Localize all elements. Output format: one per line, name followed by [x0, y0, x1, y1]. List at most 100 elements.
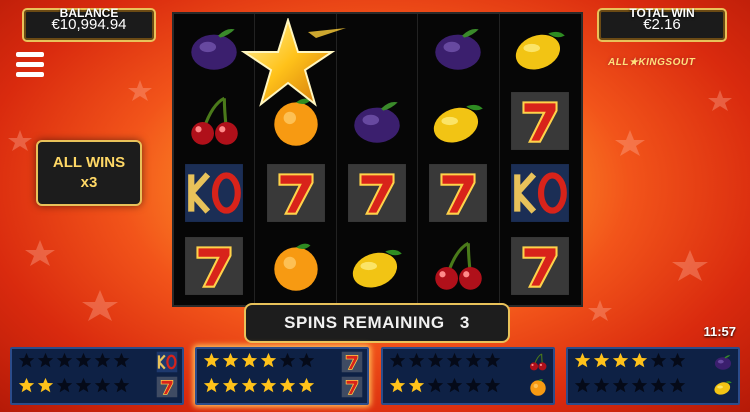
- collect-panel: [566, 347, 740, 405]
- star-icon: [56, 352, 73, 374]
- seven-icon: [341, 376, 363, 398]
- clock: 11:57: [703, 324, 736, 339]
- lemon-icon: [712, 376, 734, 398]
- reel-cell: [500, 14, 581, 87]
- star-icon: [574, 377, 591, 399]
- seven-icon: [509, 235, 571, 302]
- orange-icon: [265, 235, 327, 302]
- star-icon: [593, 352, 610, 374]
- star-icon: [56, 377, 73, 399]
- star-meter: [18, 352, 130, 374]
- total-win-label: TOTAL WIN: [629, 6, 695, 20]
- cherries-icon: [183, 90, 245, 157]
- star-icon: [484, 352, 501, 374]
- star-icon: [222, 352, 239, 374]
- seven-icon: [341, 351, 363, 373]
- lemon-icon: [427, 90, 489, 157]
- star-icon: [650, 352, 667, 374]
- ko-icon: [156, 351, 178, 373]
- spins-remaining-label: SPINS REMAINING: [284, 313, 445, 332]
- star-icon: [298, 352, 315, 374]
- star-icon: [465, 352, 482, 374]
- seven-icon: [427, 162, 489, 229]
- star-icon: [222, 377, 239, 399]
- star-icon: [669, 352, 686, 374]
- reel-cell: [174, 159, 256, 233]
- reel-cell: [500, 232, 581, 305]
- star-icon: [298, 377, 315, 399]
- reel-grid: [172, 12, 583, 307]
- star-icon: [574, 352, 591, 374]
- star-icon: [631, 352, 648, 374]
- star-icon: [484, 377, 501, 399]
- plum-icon: [712, 351, 734, 373]
- seven-icon: [509, 90, 571, 157]
- seven-icon: [156, 376, 178, 398]
- ko-icon: [509, 162, 571, 229]
- star-icon: [18, 377, 35, 399]
- star-meter: [203, 352, 315, 374]
- reel-cell: [418, 14, 500, 87]
- star-icon: [427, 352, 444, 374]
- star-icon: [37, 352, 54, 374]
- star-icon: [279, 352, 296, 374]
- star-icon: [113, 352, 130, 374]
- orange-icon: [527, 376, 549, 398]
- collect-panel: [10, 347, 184, 405]
- plum-icon: [183, 17, 245, 84]
- star-icon: [94, 352, 111, 374]
- star-icon: [427, 377, 444, 399]
- reel-cell: [500, 87, 581, 160]
- star-icon: [241, 352, 258, 374]
- cherries-icon: [527, 351, 549, 373]
- star-icon: [94, 377, 111, 399]
- star-icon: [650, 377, 667, 399]
- star-meter: [574, 352, 686, 374]
- star-icon: [669, 377, 686, 399]
- star-icon: [113, 377, 130, 399]
- star-meter: [574, 377, 686, 399]
- reel-cell: [174, 232, 256, 305]
- star-icon: [241, 377, 258, 399]
- star-icon: [446, 352, 463, 374]
- star-icon: [75, 377, 92, 399]
- all-wins-value: x3: [80, 174, 98, 191]
- collect-panel: [195, 347, 369, 405]
- lemon-icon: [346, 235, 408, 302]
- reel-cell: [418, 159, 500, 233]
- spins-remaining-count: 3: [459, 313, 470, 332]
- star-icon: [279, 377, 296, 399]
- balance-display: BALANCE €10,994.94: [22, 6, 156, 42]
- star-icon: [631, 377, 648, 399]
- star-icon: [389, 377, 406, 399]
- star-meter: [18, 377, 130, 399]
- all-wins-label: ALL WINS: [52, 154, 126, 171]
- star-meter: [389, 377, 501, 399]
- reel-cell: [255, 232, 337, 305]
- star-icon: [408, 377, 425, 399]
- balance-label: BALANCE: [59, 6, 119, 20]
- star-icon: [18, 352, 35, 374]
- collect-panel: [381, 347, 555, 405]
- seven-icon: [265, 162, 327, 229]
- star-icon: [389, 352, 406, 374]
- menu-icon[interactable]: [16, 52, 44, 78]
- game-logo: ALL★KINGSOUT: [608, 57, 696, 68]
- ko-icon: [183, 162, 245, 229]
- reel-cell: [255, 159, 337, 233]
- all-wins-multiplier: ALL WINS x3: [36, 140, 142, 206]
- star-meter: [389, 352, 501, 374]
- star-icon: [75, 352, 92, 374]
- reel-cell: [500, 160, 581, 233]
- star-wild-icon: [240, 18, 346, 107]
- star-icon: [593, 377, 610, 399]
- plum-icon: [346, 90, 408, 157]
- star-icon: [446, 377, 463, 399]
- reel-cell: [418, 86, 500, 160]
- star-icon: [37, 377, 54, 399]
- cherries-icon: [427, 235, 489, 302]
- lemon-icon: [509, 17, 571, 84]
- star-icon: [612, 352, 629, 374]
- star-icon: [203, 377, 220, 399]
- star-icon: [203, 352, 220, 374]
